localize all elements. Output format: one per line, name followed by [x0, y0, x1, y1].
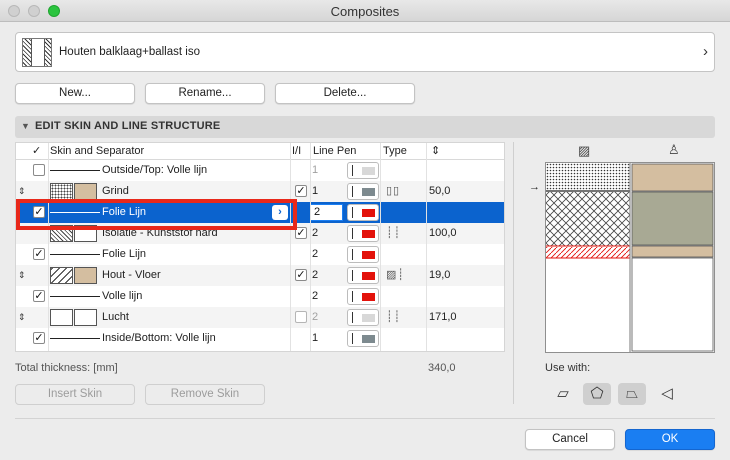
header-flag: I/I	[292, 143, 302, 160]
total-thickness-value: 340,0	[428, 362, 456, 374]
row-name: Grind	[102, 185, 129, 197]
line-sample	[50, 254, 100, 255]
row-name: Inside/Bottom: Volle lijn	[102, 332, 216, 344]
skin-table: ✓ Skin and Separator I/I Line Pen Type ⇕…	[15, 142, 505, 352]
cancel-button[interactable]: Cancel	[525, 429, 615, 450]
row-flag-checkbox[interactable]: ✓	[295, 269, 307, 281]
window-title: Composites	[330, 4, 400, 19]
reorder-handle-icon[interactable]: ⇕	[18, 270, 26, 281]
composite-thumbnail-icon	[22, 38, 52, 67]
skin-preview	[545, 162, 715, 353]
chevron-right-icon: ›	[703, 43, 708, 60]
row-pen: 2	[312, 248, 319, 260]
footer-divider	[15, 418, 715, 419]
shell-tool-icon[interactable]: ◁	[653, 383, 681, 405]
row-thickness: 100,0	[429, 227, 457, 239]
skin-type-icon: ▯▯	[386, 185, 401, 197]
table-row[interactable]: Outside/Top: Volle lijn 1	[16, 160, 504, 181]
header-check: ✓	[32, 143, 42, 160]
pen-picker[interactable]	[347, 309, 379, 326]
row-thickness: 171,0	[429, 311, 457, 323]
fill-swatch	[50, 183, 73, 200]
line-sample	[50, 170, 100, 171]
table-header: ✓ Skin and Separator I/I Line Pen Type ⇕	[16, 143, 504, 160]
table-row[interactable]: ✓ Volle lijn 2	[16, 286, 504, 307]
reorder-handle-icon[interactable]: ⇕	[18, 312, 26, 323]
pen-picker[interactable]	[347, 225, 379, 242]
wall-tool-icon[interactable]: ▱	[549, 383, 577, 405]
row-flag-checkbox[interactable]: ✓	[295, 185, 307, 197]
table-row[interactable]: ✓ Folie Lijn 2	[16, 244, 504, 265]
row-pen: 2	[312, 290, 319, 302]
row-name: Lucht	[102, 311, 129, 323]
row-name: Outside/Top: Volle lijn	[102, 164, 208, 176]
row-pen: 1	[312, 185, 319, 197]
pen-picker[interactable]	[347, 204, 379, 221]
composite-selector[interactable]: Houten balklaag+ballast iso ›	[15, 32, 715, 72]
ok-button[interactable]: OK	[625, 429, 715, 450]
row-name: Folie Lijn	[102, 248, 147, 260]
skin-type-icon: ┊┊	[386, 227, 402, 239]
annotation-highlight	[16, 199, 297, 230]
new-button[interactable]: New...	[15, 83, 135, 104]
row-pen: 2	[312, 311, 319, 323]
line-sample	[50, 296, 100, 297]
table-row[interactable]: ⇕ Lucht 2 ┊┊ 171,0	[16, 307, 504, 328]
surface-swatch	[74, 267, 97, 284]
row-checkbox[interactable]: ✓	[33, 332, 45, 344]
header-line-pen: Line Pen	[313, 143, 357, 160]
remove-skin-button[interactable]: Remove Skin	[145, 384, 265, 405]
header-thickness-icon: ⇕	[431, 143, 441, 160]
roof-tool-icon[interactable]: ⏢	[618, 383, 646, 405]
table-row[interactable]: ✓ Inside/Bottom: Volle lijn 1	[16, 328, 504, 349]
row-thickness: 19,0	[429, 269, 451, 281]
fill-swatch	[50, 267, 73, 284]
pen-picker[interactable]	[347, 183, 379, 200]
composite-name: Houten balklaag+ballast iso	[59, 46, 200, 58]
row-name: Hout - Vloer	[102, 269, 161, 281]
slab-tool-icon[interactable]: ⬠	[583, 383, 611, 405]
surface-swatch	[74, 309, 97, 326]
fill-view-icon[interactable]: ▨	[578, 143, 590, 159]
header-skin: Skin and Separator	[50, 143, 145, 160]
skin-type-icon: ┊┊	[386, 311, 402, 323]
section-header[interactable]: ▼ EDIT SKIN AND LINE STRUCTURE	[15, 116, 715, 138]
pen-picker[interactable]	[347, 330, 379, 347]
total-thickness-label: Total thickness: [mm]	[15, 362, 118, 374]
pen-picker[interactable]	[347, 288, 379, 305]
paint-brush-icon[interactable]: ♙	[668, 142, 680, 158]
delete-button[interactable]: Delete...	[275, 83, 415, 104]
pen-number-field[interactable]: 2	[310, 204, 343, 221]
panel-splitter[interactable]	[513, 142, 514, 404]
row-thickness: 50,0	[429, 185, 451, 197]
row-checkbox[interactable]: ✓	[33, 290, 45, 302]
row-pen: 2	[312, 269, 319, 281]
arrow-right-icon: →	[529, 181, 540, 193]
row-flag-checkbox[interactable]	[295, 311, 307, 323]
pen-picker[interactable]	[347, 267, 379, 284]
fill-swatch	[50, 309, 73, 326]
table-row[interactable]: ⇕ Hout - Vloer ✓ 2 ▨┊ 19,0	[16, 265, 504, 286]
row-checkbox[interactable]	[33, 164, 45, 176]
title-bar: Composites	[0, 0, 730, 22]
reorder-handle-icon[interactable]: ⇕	[18, 186, 26, 197]
disclosure-triangle-icon[interactable]: ▼	[21, 121, 30, 131]
header-type: Type	[383, 143, 407, 160]
insert-skin-button[interactable]: Insert Skin	[15, 384, 135, 405]
line-sample	[50, 338, 100, 339]
section-title: EDIT SKIN AND LINE STRUCTURE	[35, 120, 221, 132]
row-name: Volle lijn	[102, 290, 143, 302]
use-with-label: Use with:	[545, 362, 591, 374]
row-pen: 1	[312, 164, 319, 176]
surface-swatch	[74, 183, 97, 200]
row-pen: 2	[312, 227, 319, 239]
rename-button[interactable]: Rename...	[145, 83, 265, 104]
skin-preview-graphic	[546, 163, 714, 352]
skin-type-icon: ▨┊	[386, 269, 406, 281]
pen-picker[interactable]	[347, 246, 379, 263]
row-checkbox[interactable]: ✓	[33, 248, 45, 260]
pen-picker[interactable]	[347, 162, 379, 179]
row-pen: 1	[312, 332, 319, 344]
